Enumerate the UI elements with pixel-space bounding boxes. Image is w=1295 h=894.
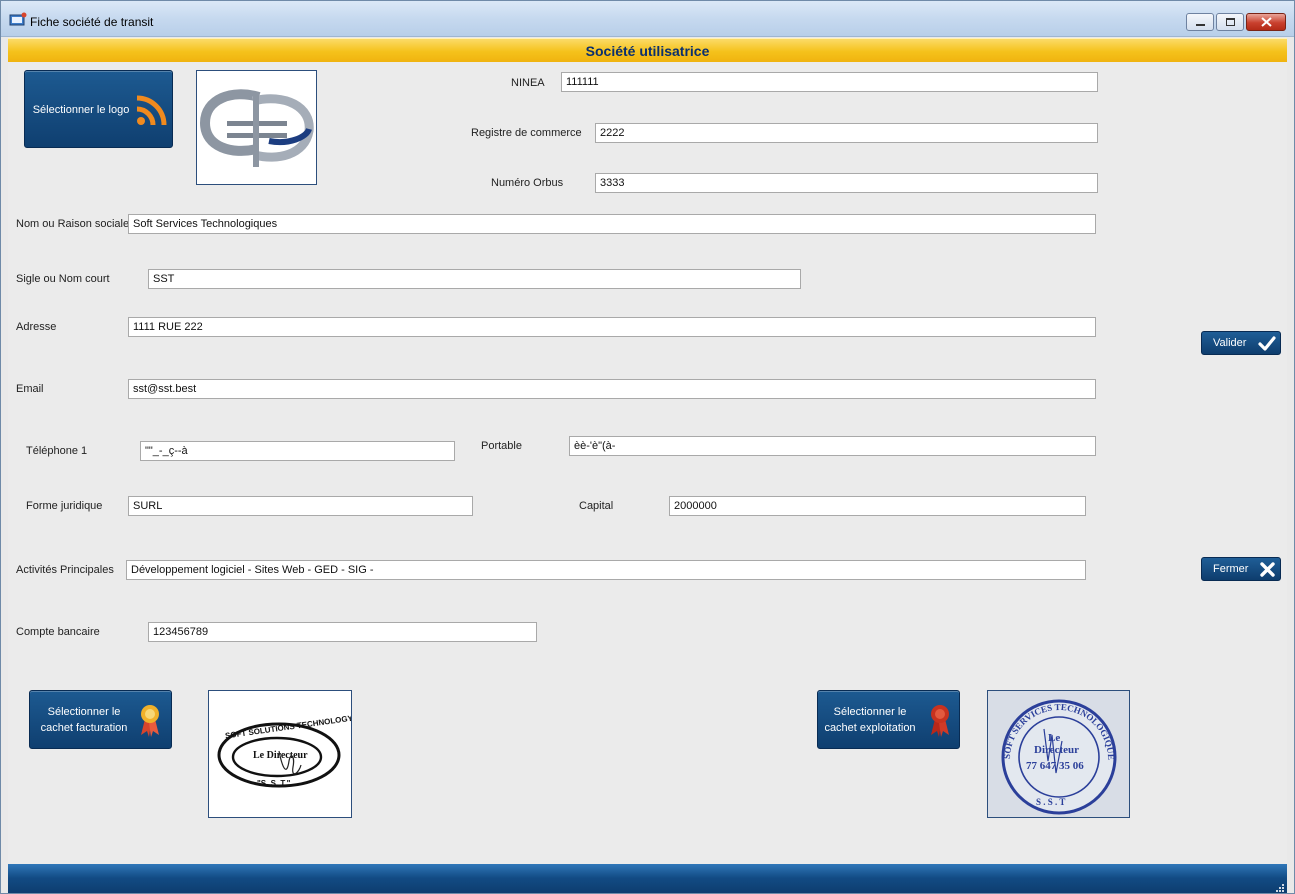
- select-billing-stamp-line2: cachet facturation: [40, 722, 128, 734]
- raison-sociale-label: Nom ou Raison sociale: [16, 218, 130, 230]
- close-label: Fermer: [1213, 563, 1249, 575]
- select-ops-stamp-line2: cachet exploitation: [824, 722, 916, 734]
- capital-label: Capital: [579, 500, 614, 512]
- telephone1-label: Téléphone 1: [26, 445, 88, 457]
- email-field[interactable]: sst@sst.best: [128, 379, 1096, 399]
- billing-stamp-graphic: SOFT SOLUTIONS TECHNOLOGY Le Directeur "…: [209, 707, 354, 803]
- activites-label: Activités Principales: [16, 564, 114, 576]
- maximize-icon: [1226, 18, 1235, 26]
- ops-stamp-bottom: S . S . T: [1036, 797, 1065, 807]
- checkmark-icon: [1258, 336, 1276, 351]
- portable-label: Portable: [481, 440, 522, 452]
- billing-stamp-image: SOFT SOLUTIONS TECHNOLOGY Le Directeur "…: [208, 690, 354, 818]
- page-title: Société utilisatrice: [585, 43, 710, 59]
- close-button[interactable]: Fermer: [1201, 557, 1281, 581]
- email-label: Email: [16, 383, 44, 395]
- window-close-icon: [1261, 17, 1272, 27]
- transit-company-window: Fiche société de transit Société utilisa…: [0, 0, 1295, 894]
- maximize-button[interactable]: [1216, 13, 1244, 31]
- minimize-icon: [1196, 24, 1205, 26]
- rss-icon: [136, 95, 167, 126]
- compte-bancaire-field[interactable]: 123456789: [148, 622, 537, 642]
- adresse-label: Adresse: [16, 321, 57, 333]
- forme-juridique-field[interactable]: SURL: [128, 496, 473, 516]
- capital-field[interactable]: 2000000: [669, 496, 1086, 516]
- ninea-field[interactable]: 111111: [561, 72, 1098, 92]
- ops-stamp-line2: Directeur: [1034, 744, 1079, 756]
- window-close-button[interactable]: [1246, 13, 1286, 31]
- portable-field[interactable]: èè-'è"(à-: [569, 436, 1096, 456]
- select-logo-label: Sélectionner le logo: [32, 104, 130, 116]
- minimize-button[interactable]: [1186, 13, 1214, 31]
- ops-stamp-graphic: SOFT SERVICES TECHNOLOGIQUES Le Directeu…: [985, 683, 1117, 815]
- compte-bancaire-label: Compte bancaire: [16, 626, 100, 638]
- company-logo-graphic: [197, 71, 316, 184]
- activites-field[interactable]: Développement logiciel - Sites Web - GED…: [126, 560, 1086, 580]
- window-title: Fiche société de transit: [30, 15, 154, 29]
- ribbon-icon: [931, 705, 949, 737]
- registre-label: Registre de commerce: [471, 127, 582, 139]
- ninea-label: NINEA: [511, 77, 545, 89]
- validate-button[interactable]: Valider: [1201, 331, 1281, 355]
- select-logo-button[interactable]: Sélectionner le logo: [24, 70, 173, 148]
- sigle-label: Sigle ou Nom court: [16, 273, 110, 285]
- registre-field[interactable]: 2222: [595, 123, 1098, 143]
- forme-juridique-label: Forme juridique: [26, 500, 103, 512]
- select-ops-stamp-button[interactable]: Sélectionner le cachet exploitation: [817, 690, 960, 749]
- title-bar[interactable]: Fiche société de transit: [1, 1, 1294, 37]
- orbus-label: Numéro Orbus: [491, 177, 564, 189]
- close-x-icon: [1260, 562, 1275, 577]
- adresse-field[interactable]: 1111 RUE 222: [128, 317, 1096, 337]
- select-ops-stamp-line1: Sélectionner le: [833, 706, 907, 718]
- header-band: Société utilisatrice: [8, 38, 1287, 62]
- sigle-field[interactable]: SST: [148, 269, 801, 289]
- orbus-field[interactable]: 3333: [595, 173, 1098, 193]
- logo-image: [196, 70, 317, 185]
- validate-label: Valider: [1213, 337, 1247, 349]
- billing-stamp-line3: "S. S. T.": [257, 779, 291, 788]
- raison-sociale-field[interactable]: Soft Services Technologiques: [128, 214, 1096, 234]
- ops-stamp-line1: Le: [1048, 732, 1060, 744]
- ops-stamp-image: SOFT SERVICES TECHNOLOGIQUES Le Directeu…: [985, 683, 1130, 818]
- resize-grip-icon[interactable]: [1275, 883, 1285, 893]
- ribbon-icon: [141, 705, 159, 737]
- app-icon: [9, 12, 27, 26]
- select-billing-stamp-line1: Sélectionner le: [47, 706, 121, 718]
- select-billing-stamp-button[interactable]: Sélectionner le cachet facturation: [29, 690, 172, 749]
- form-panel: Sélectionner le logo NINEA 111111 Regist…: [8, 62, 1287, 864]
- footer-band: [8, 864, 1287, 893]
- telephone1-field[interactable]: ""_-_ç--à: [140, 441, 455, 461]
